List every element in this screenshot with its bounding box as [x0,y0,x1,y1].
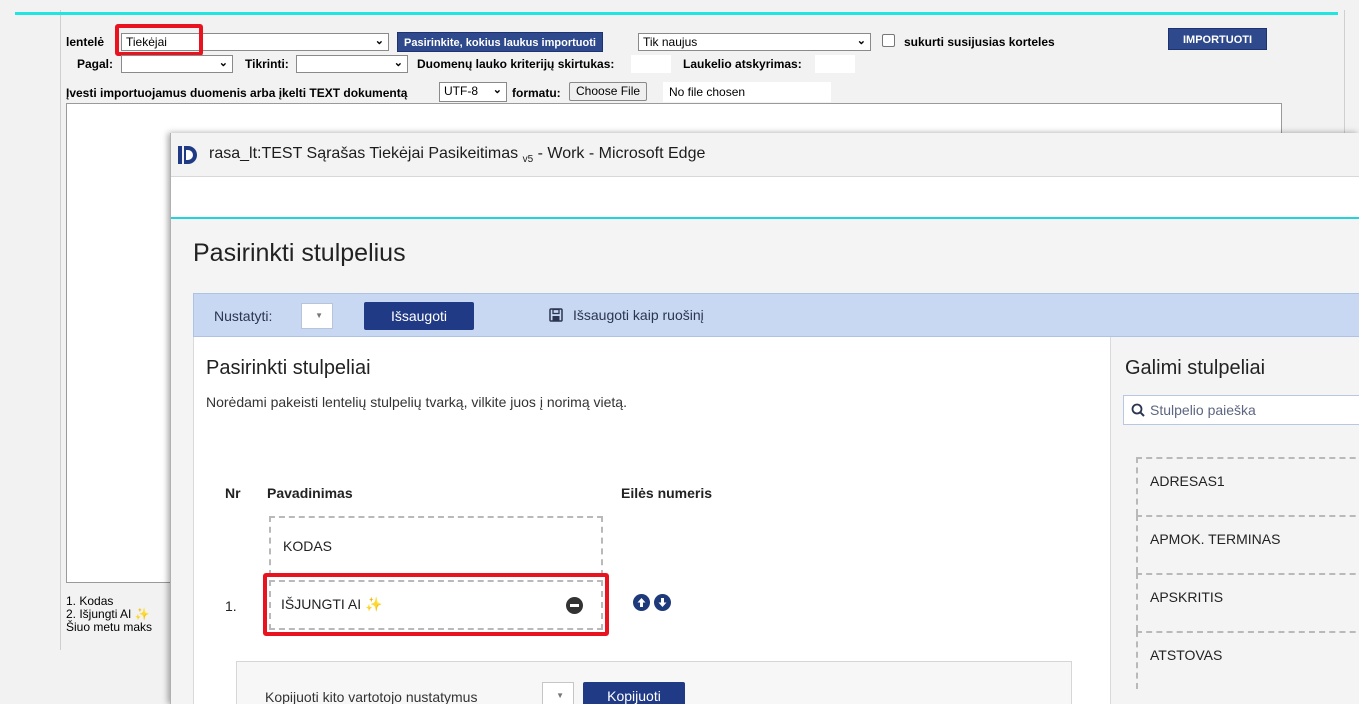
import-mode-select[interactable]: Tik naujus ⌄ [638,33,871,51]
no-file-text: No file chosen [663,82,831,102]
fixed-column-label: KODAS [283,538,333,554]
check-select[interactable]: ⌄ [296,55,408,73]
address-bar [171,177,1359,217]
chevron-down-icon: ⌄ [856,35,866,47]
search-icon [1131,403,1145,417]
caret-down-icon: ▼ [315,311,323,320]
column-search-input[interactable]: Stulpelio paieška [1123,395,1359,425]
col-header-nr: Nr [225,485,241,501]
available-column-item[interactable]: ADRESAS1 [1136,457,1359,515]
move-down-icon[interactable] [654,594,671,611]
criteria-separator-label: Duomenų lauko kriterijų skirtukas: [417,57,615,71]
selected-columns-panel: Pasirinkti stulpeliai Norėdami pakeisti … [193,337,1111,704]
chevron-down-icon: ⌄ [393,57,403,69]
field-separator-label: Laukelio atskyrimas: [683,57,802,71]
bottom-list-item: 2. Išjungti AI ✨ [66,607,150,621]
set-dropdown[interactable]: ▼ [301,303,333,329]
create-related-checkbox[interactable] [882,34,895,47]
row-number: 1. [225,598,237,614]
chevron-down-icon: ⌄ [218,57,228,69]
bottom-list-item: Šiuo metu maks [66,620,153,634]
selected-columns-heading: Pasirinkti stulpeliai [206,357,371,379]
floppy-disk-icon [549,308,563,322]
col-header-order: Eilės numeris [621,485,713,501]
search-placeholder: Stulpelio paieška [1150,402,1256,418]
caret-down-icon: ▼ [556,691,564,700]
directo-logo-icon [178,146,197,164]
create-related-label: sukurti susijusias korteles [904,35,1055,49]
copy-button[interactable]: Kopijuoti [583,682,685,704]
bottom-list-item: 1. Kodas [66,594,114,608]
dialog-title: Pasirinkti stulpelius [193,239,406,267]
enter-data-label: Įvesti importuojamus duomenis arba įkelt… [66,86,408,100]
copy-user-dropdown[interactable]: ▼ [542,682,574,704]
available-columns-heading: Galimi stulpeliai [1125,357,1266,379]
dialog-toolbar: Nustatyti: ▼ Išsaugoti Išsaugoti kaip ru… [193,293,1359,337]
format-label: formatu: [512,86,561,100]
available-column-item[interactable]: ATSTOVAS [1136,631,1359,689]
available-columns-panel: Galimi stulpeliai Stulpelio paieška ADRE… [1111,337,1359,704]
criteria-separator-input[interactable] [631,55,671,73]
top-accent-line [15,12,1338,15]
copy-settings-box: Kopijuoti kito vartotojo nustatymus ▼ Ko… [236,661,1072,704]
sparkle-icon: ✨ [134,607,150,621]
set-label: Nustatyti: [214,308,273,324]
reorder-instructions: Norėdami pakeisti lentelių stulpelių tva… [206,394,627,410]
edge-popup-window: rasa_lt:TEST Sąrašas Tiekėjai Pasikeitim… [170,133,1359,704]
encoding-value: UTF-8 [444,84,478,98]
col-header-name: Pavadinimas [267,485,353,501]
window-titlebar[interactable]: rasa_lt:TEST Sąrašas Tiekėjai Pasikeitim… [171,133,1359,177]
by-select[interactable]: ⌄ [121,55,233,73]
import-button[interactable]: IMPORTUOTI [1168,28,1268,50]
available-column-item[interactable]: APSKRITIS [1136,573,1359,631]
encoding-select[interactable]: UTF-8 ⌄ [439,82,507,102]
field-separator-input[interactable] [815,55,855,73]
import-mode-value: Tik naujus [643,35,698,49]
table-highlight-box [115,24,203,56]
table-label: lentelė [66,35,105,49]
window-title: rasa_lt:TEST Sąrašas Tiekėjai Pasikeitim… [209,145,706,166]
row-highlight-box [263,573,609,636]
chevron-down-icon: ⌄ [374,35,384,47]
save-as-template-button[interactable]: Išsaugoti kaip ruošinį [549,307,704,323]
by-label: Pagal: [77,57,114,71]
available-column-item[interactable]: APMOK. TERMINAS [1136,515,1359,573]
choose-file-button[interactable]: Choose File [569,82,648,101]
choose-fields-button[interactable]: Pasirinkite, kokius laukus importuoti [397,32,603,52]
save-button[interactable]: Išsaugoti [364,302,474,330]
move-up-icon[interactable] [633,594,650,611]
check-label: Tikrinti: [245,57,289,71]
chevron-down-icon: ⌄ [492,84,502,96]
fixed-column-kodas: KODAS [269,516,603,576]
copy-settings-label: Kopijuoti kito vartotojo nustatymus [265,689,478,704]
